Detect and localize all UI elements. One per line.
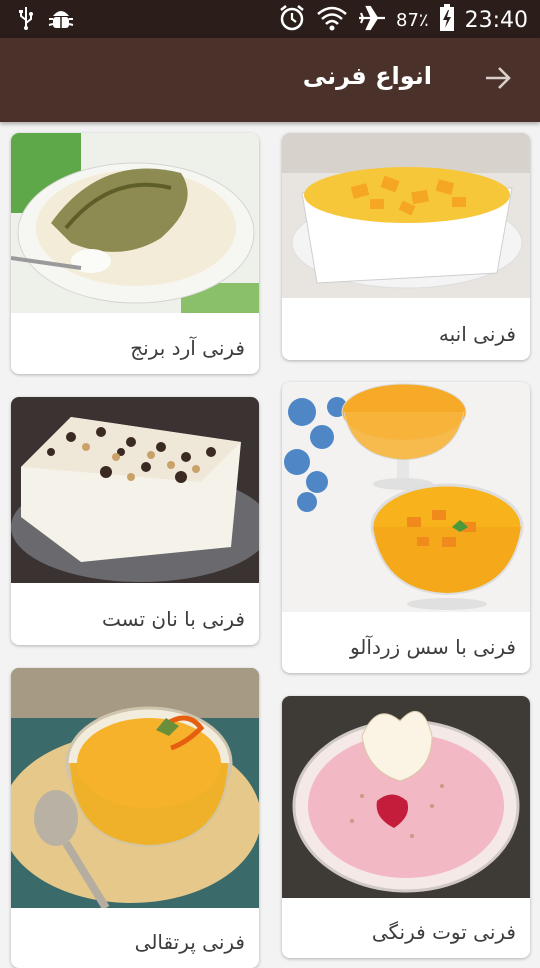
- page-title: انواع فرنی: [302, 62, 432, 90]
- mango-pudding-image: [282, 133, 530, 298]
- airplane-icon: [358, 5, 386, 35]
- battery-percent: 87٪: [396, 9, 429, 31]
- recipe-label: فرنی با سس زردآلو: [349, 635, 516, 659]
- wifi-icon: [316, 5, 348, 35]
- recipe-label: فرنی توت فرنگی: [371, 920, 516, 944]
- recipe-card-apricot-sauce[interactable]: فرنی با سس زردآلو: [282, 382, 530, 673]
- app-bar: انواع فرنی: [0, 38, 540, 122]
- battery-charging-icon: [439, 4, 455, 36]
- recipe-label: فرنی با نان تست: [102, 607, 245, 631]
- alarm-icon: [278, 4, 306, 36]
- status-bar: 87٪ 23:40: [0, 0, 540, 38]
- recipe-label: فرنی پرتقالی: [134, 930, 245, 954]
- recipe-label: فرنی انبه: [438, 322, 516, 346]
- recipe-label: فرنی آرد برنج: [130, 336, 245, 360]
- usb-icon: [18, 6, 34, 34]
- android-debug-icon: [48, 6, 74, 34]
- clock-time: 23:40: [464, 7, 528, 33]
- rice-flour-pudding-image: [11, 133, 259, 313]
- recipe-card-strawberry[interactable]: فرنی توت فرنگی: [282, 696, 530, 958]
- recipe-card-mango[interactable]: فرنی انبه: [282, 133, 530, 360]
- arrow-right-icon: [484, 64, 512, 96]
- toast-pudding-image: [11, 397, 259, 583]
- recipe-card-rice-flour[interactable]: فرنی آرد برنج: [11, 133, 259, 374]
- recipe-card-toast[interactable]: فرنی با نان تست: [11, 397, 259, 645]
- back-button[interactable]: [478, 60, 518, 100]
- orange-pudding-image: [11, 668, 259, 908]
- strawberry-pudding-image: [282, 696, 530, 898]
- apricot-pudding-image: [282, 382, 530, 612]
- recipe-card-orange[interactable]: فرنی پرتقالی: [11, 668, 259, 968]
